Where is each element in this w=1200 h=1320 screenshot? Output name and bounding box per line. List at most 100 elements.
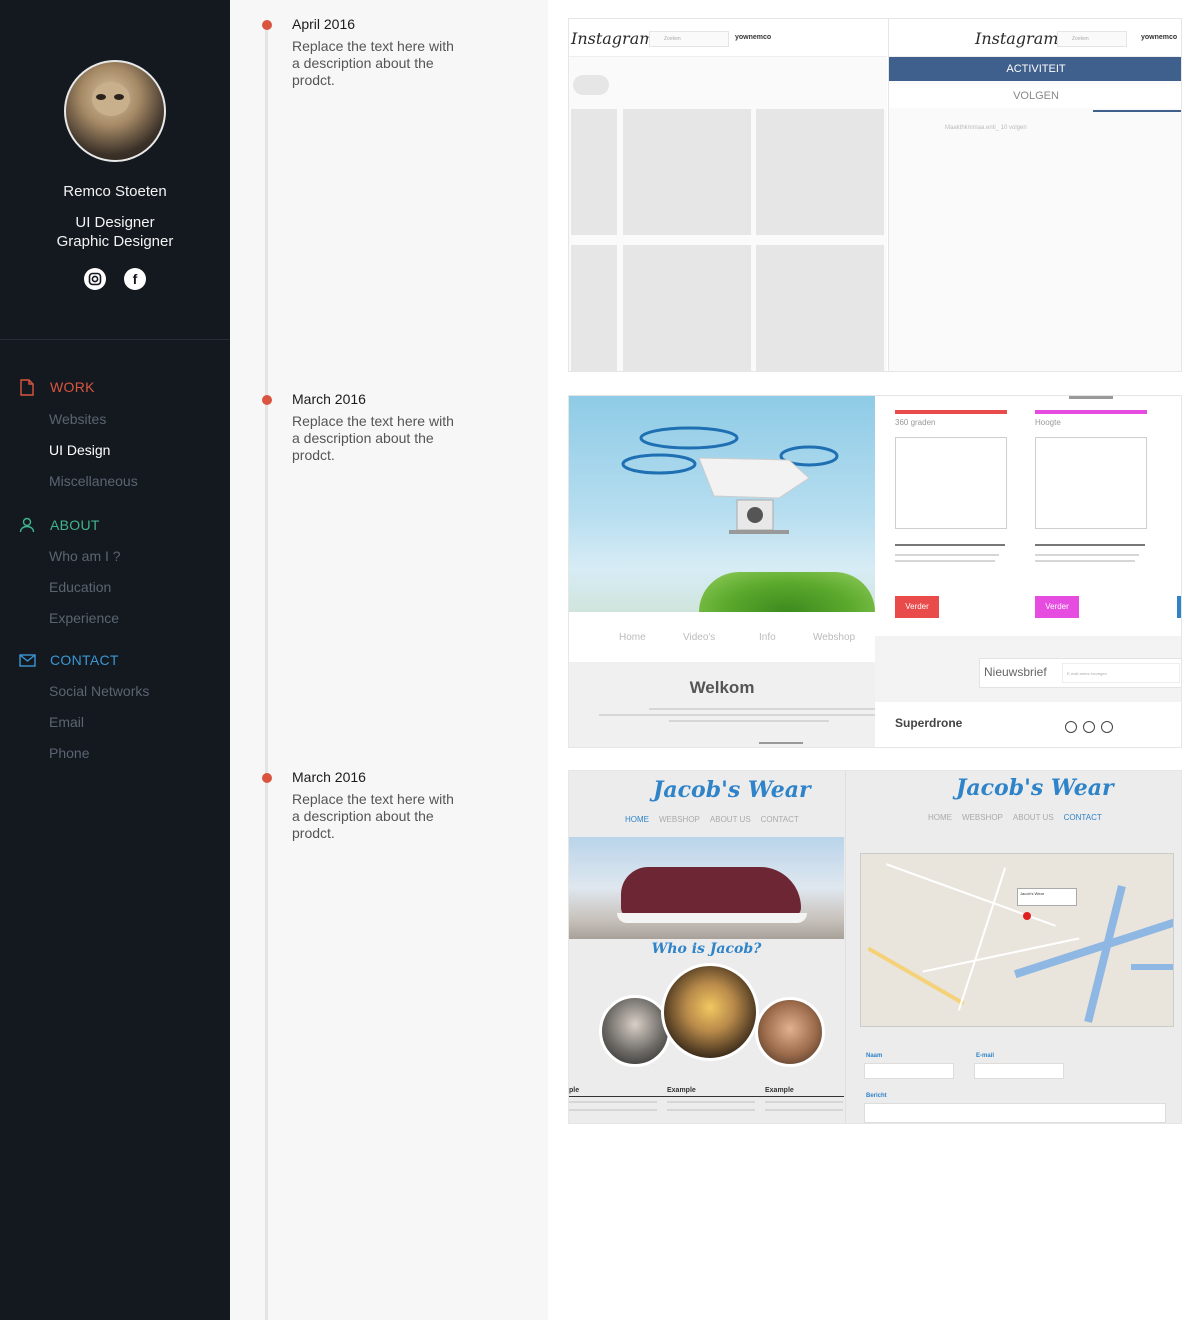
map-pin-icon [1023, 912, 1031, 920]
feature-card: Hoogte [1035, 410, 1147, 529]
instagram-username: yownemco [735, 34, 772, 41]
feed-tile [571, 245, 617, 371]
nav-item-experience[interactable]: Experience [49, 610, 119, 626]
card-button: Verder [1035, 596, 1079, 618]
scroll-indicator [1069, 396, 1113, 399]
jacobs-nav-webshop: WEBSHOP [659, 815, 700, 824]
instagram-logo: Instagram [571, 29, 655, 48]
instagram-search: Zoeken [649, 31, 729, 47]
lorem-line [895, 554, 999, 556]
feed-tile [623, 245, 751, 371]
project-jacobs-wear-mockup[interactable]: Jacob's Wear HOME WEBSHOP ABOUT US CONTACT … [568, 770, 1182, 1124]
jacobs-nav-contact: CONTACT [760, 815, 799, 824]
card-accent [895, 410, 1007, 414]
message-field [864, 1103, 1166, 1123]
project-instagram-mockup[interactable]: Instagram Zoeken yownemco Instagram Zoek… [568, 18, 1182, 372]
tab-activiteit: ACTIVITEIT [889, 57, 1181, 81]
story-avatars [573, 75, 609, 95]
feed-tile [623, 109, 751, 235]
map-popup: Jacob's Wear [1017, 888, 1077, 906]
nav-item-ui-design[interactable]: UI Design [49, 442, 110, 458]
welcome-section: Welkom [569, 662, 875, 747]
instagram-logo: Instagram [975, 29, 1059, 48]
map-river [1131, 964, 1173, 970]
card-title: 360 graden [895, 418, 936, 427]
lorem-line [1035, 544, 1145, 546]
drone-nav-webshop: Webshop [813, 632, 856, 643]
nav-section-work[interactable]: WORK [18, 378, 95, 396]
lorem-line [1035, 554, 1139, 556]
facebook-icon[interactable]: f [124, 268, 146, 290]
nav-item-education[interactable]: Education [49, 579, 111, 595]
nav-item-who-am-i[interactable]: Who am I ? [49, 548, 121, 564]
project-drone-mockup[interactable]: Home Video's Info Webshop Welkom 360 gra… [568, 395, 1182, 748]
lorem-line [759, 742, 803, 744]
tab-volgen: VOLGEN [889, 84, 1181, 108]
envelope-icon [18, 651, 36, 669]
timeline: April 2016 Replace the text here with a … [230, 0, 548, 1320]
drone-features-screen: 360 graden Hoogte Verder Verder [875, 396, 1181, 636]
column-heading: ple [569, 1087, 580, 1094]
nav-item-email[interactable]: Email [49, 714, 84, 730]
timeline-description: Replace the text here with a description… [292, 38, 454, 88]
message-label: Bericht [866, 1093, 887, 1099]
timeline-line [265, 24, 268, 1320]
nav-item-miscellaneous[interactable]: Miscellaneous [49, 473, 138, 489]
timeline-description: Replace the text here with a description… [292, 791, 454, 841]
column-heading: Example [765, 1087, 794, 1094]
card-button: Verder [895, 596, 939, 618]
project-gallery: Instagram Zoeken yownemco Instagram Zoek… [548, 0, 1200, 1320]
footer-brand: Superdrone [895, 716, 963, 730]
location-map: Jacob's Wear [860, 853, 1174, 1027]
nav-section-label: WORK [50, 379, 95, 395]
feed-tile [756, 245, 884, 371]
instagram-search: Zoeken [1057, 31, 1127, 47]
shoe-photo [569, 837, 844, 939]
instagram-icon[interactable] [84, 268, 106, 290]
feed-tile [756, 109, 884, 235]
card-image [895, 437, 1007, 529]
sidebar: Remco Stoeten UI Designer Graphic Design… [0, 0, 230, 1320]
drone-nav-home: Home [619, 632, 646, 643]
timeline-description: Replace the text here with a description… [292, 413, 454, 463]
nav-item-phone[interactable]: Phone [49, 745, 89, 761]
timeline-date: March 2016 [292, 769, 366, 785]
drone-illustration [621, 426, 839, 534]
email-label: E-mail [976, 1053, 995, 1059]
lorem-line [667, 1109, 755, 1111]
instagram-activity-screen: Instagram Zoeken yownemco ACTIVITEIT VOL… [888, 19, 1181, 371]
nav-section-contact[interactable]: CONTACT [18, 651, 119, 669]
timeline-date: April 2016 [292, 16, 356, 32]
timeline-dot [262, 773, 272, 783]
lorem-line [569, 1109, 657, 1111]
timeline-date: March 2016 [292, 391, 366, 407]
jacobs-logo: Jacob's Wear [653, 777, 811, 803]
map-street [922, 937, 1080, 973]
lorem-line [569, 1101, 657, 1103]
drone-nav: Home Video's Info Webshop [569, 612, 875, 662]
footer-twitter-icon [1083, 721, 1095, 733]
feature-card: 360 graden [895, 410, 1007, 529]
card-button-partial [1177, 596, 1181, 618]
name-field [864, 1063, 954, 1079]
nav-item-websites[interactable]: Websites [49, 411, 106, 427]
welcome-heading: Welkom [689, 678, 755, 697]
map-street [957, 867, 1007, 1011]
profile-role: Graphic Designer [56, 233, 174, 250]
instagram-header: Instagram Zoeken yownemco [889, 19, 1181, 57]
jacobs-nav-about: ABOUT US [709, 815, 751, 824]
nav-section-about[interactable]: ABOUT [18, 516, 100, 534]
file-icon [18, 378, 36, 396]
timeline-dot [262, 395, 272, 405]
email-field [974, 1063, 1064, 1079]
nav-item-social-networks[interactable]: Social Networks [49, 683, 149, 699]
jacobs-nav-contact: CONTACT [1063, 813, 1102, 822]
lorem-line [669, 720, 829, 722]
trees [699, 572, 875, 612]
avatar [64, 60, 166, 162]
profile-role: UI Designer [75, 214, 155, 231]
timeline-dot [262, 20, 272, 30]
lorem-line [1035, 560, 1135, 562]
drone-nav-videos: Video's [683, 632, 716, 643]
card-title: Hoogte [1035, 418, 1061, 427]
